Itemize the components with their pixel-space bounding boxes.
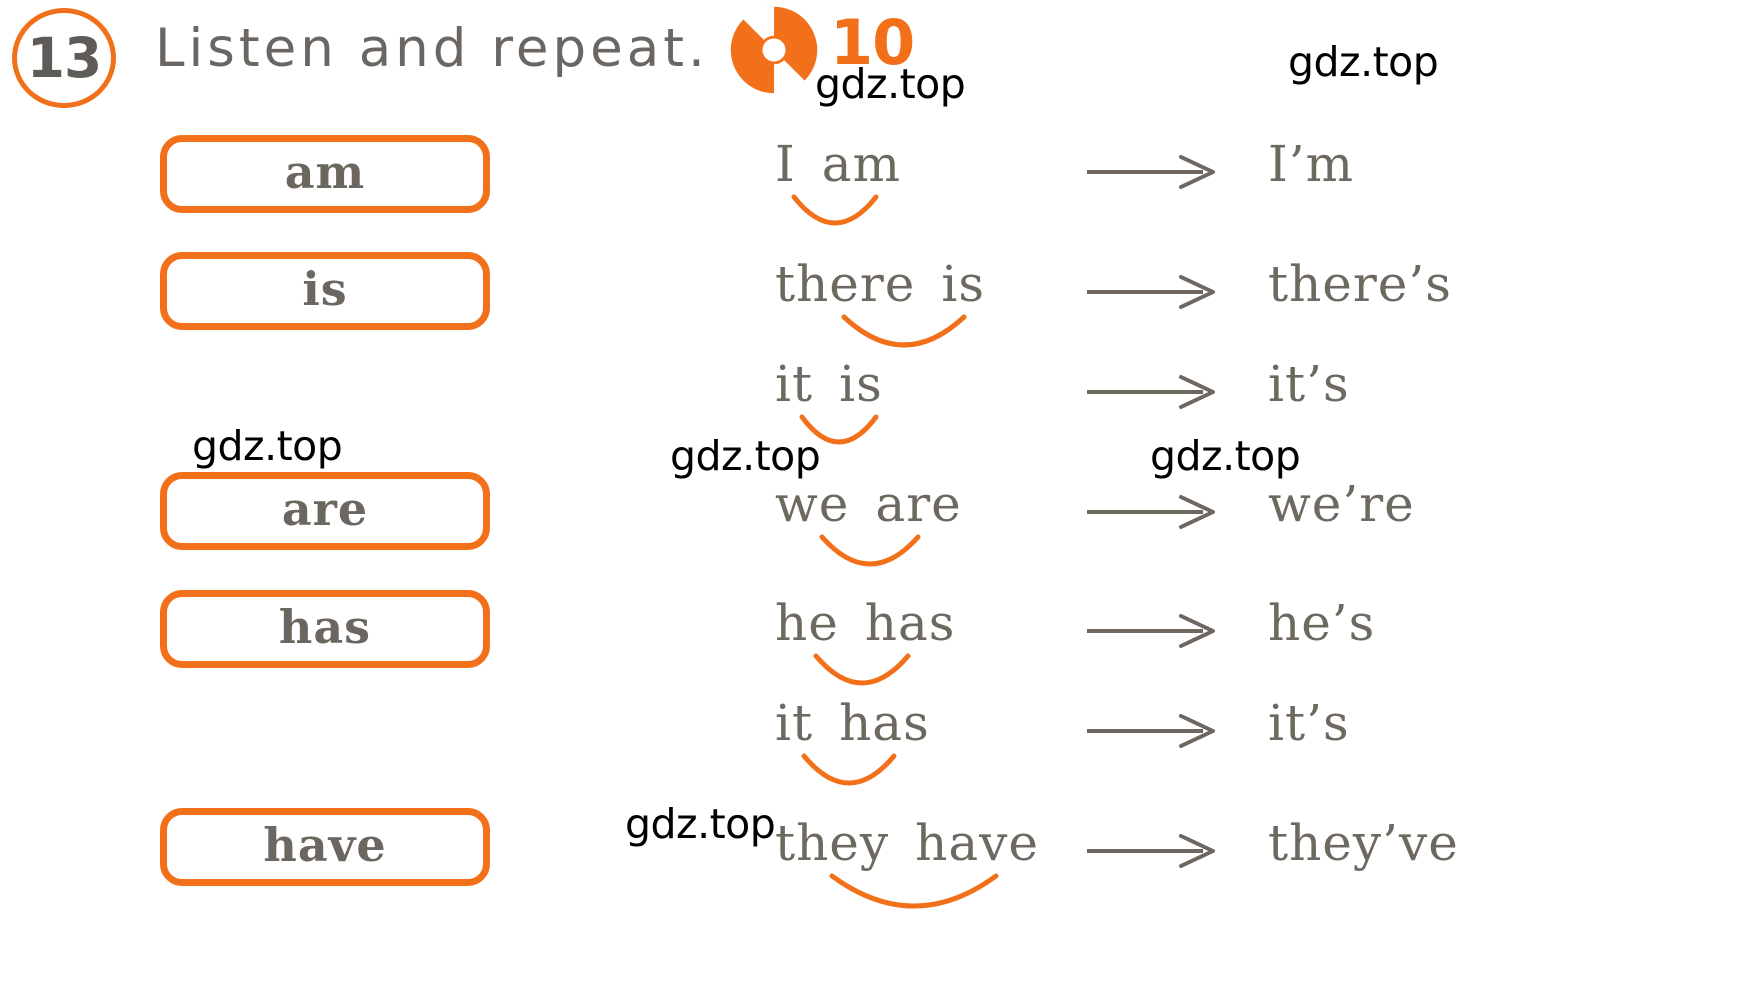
watermark: gdz.top	[625, 800, 776, 848]
phrase-word-2: has	[839, 694, 930, 752]
phrase-word-1: we	[775, 475, 850, 533]
phrase-word-1: I	[775, 135, 796, 193]
contracted-form: there’s	[1268, 255, 1452, 313]
contracted-form: I’m	[1268, 135, 1355, 193]
phrase-word-1: there	[775, 255, 916, 313]
phrase-word-2: is	[941, 255, 986, 313]
contracted-form: he’s	[1268, 594, 1376, 652]
full-form-phrase: they have	[775, 814, 1039, 872]
contracted-form: they’ve	[1268, 814, 1459, 872]
contraction-row: he has he’s	[0, 594, 1740, 704]
full-form-phrase: there is	[775, 255, 985, 313]
linking-arc-icon	[841, 314, 967, 348]
phrase-word-2: has	[864, 594, 956, 652]
contraction-row: they have they’ve	[0, 814, 1740, 924]
linking-arc-icon	[791, 194, 879, 226]
full-form-phrase: he has	[775, 594, 955, 652]
phrase-word-1: it	[775, 694, 814, 752]
contraction-row: Iam I’m	[0, 135, 1740, 245]
full-form-phrase: Iam	[775, 135, 901, 193]
linking-arc-icon	[801, 753, 897, 786]
worksheet-page: 13 Listen and repeat. 10 am is are has h…	[0, 0, 1740, 1000]
watermark: gdz.top	[815, 60, 966, 108]
phrase-word-2: am	[821, 135, 901, 193]
arrow-right-icon	[1087, 614, 1215, 648]
arrow-right-icon	[1087, 155, 1215, 189]
contracted-form: we’re	[1268, 475, 1415, 533]
full-form-phrase: we are	[775, 475, 962, 533]
arrow-right-icon	[1087, 714, 1215, 748]
phrase-word-1: they	[775, 814, 890, 872]
linking-arc-icon	[813, 653, 911, 686]
watermark: gdz.top	[670, 432, 821, 480]
arrow-right-icon	[1087, 375, 1215, 409]
arrow-right-icon	[1087, 275, 1215, 309]
page-title: Listen and repeat.	[155, 18, 709, 79]
phrase-word-2: is	[839, 355, 883, 413]
arrow-right-icon	[1087, 834, 1215, 868]
contraction-row: it has it’s	[0, 694, 1740, 804]
watermark: gdz.top	[192, 422, 343, 470]
contracted-form: it’s	[1268, 355, 1350, 413]
phrase-word-1: he	[775, 594, 839, 652]
full-form-phrase: it is	[775, 355, 883, 413]
phrase-word-2: are	[875, 475, 962, 533]
arrow-right-icon	[1087, 495, 1215, 529]
contracted-form: it’s	[1268, 694, 1350, 752]
exercise-number-label: 13	[26, 26, 103, 90]
cd-disc-icon	[730, 6, 818, 94]
full-form-phrase: it has	[775, 694, 930, 752]
linking-arc-icon	[829, 873, 999, 909]
phrase-word-2: have	[915, 814, 1039, 872]
phrase-word-1: it	[775, 355, 814, 413]
linking-arc-icon	[819, 534, 921, 567]
watermark: gdz.top	[1150, 432, 1301, 480]
contraction-row: we are we’re	[0, 475, 1740, 585]
contraction-row: there is there’s	[0, 255, 1740, 365]
exercise-number-badge: 13	[12, 8, 116, 108]
watermark: gdz.top	[1288, 38, 1439, 86]
